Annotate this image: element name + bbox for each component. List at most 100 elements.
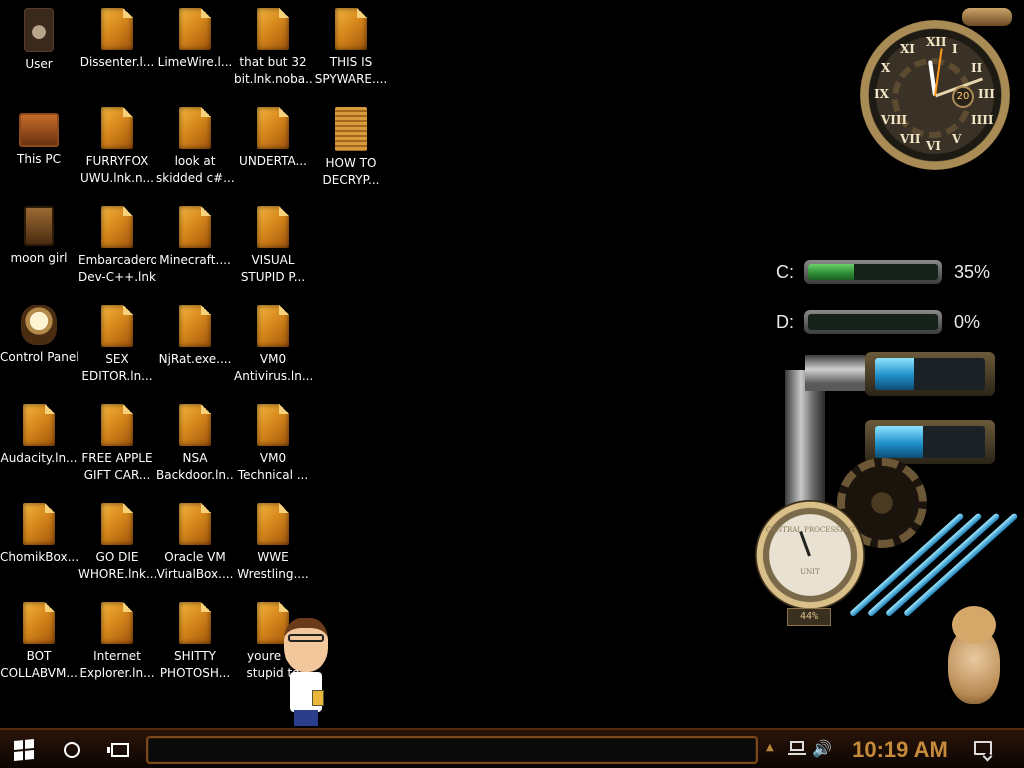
clock-numeral: VII [900,132,921,147]
desktop-icon[interactable]: WWE Wrestling.... [234,497,312,589]
clock-date: 20 [952,86,974,108]
shortcut-file-icon [179,602,211,644]
task-view-button[interactable] [96,730,144,768]
desktop-icon-label: User [25,57,53,71]
shortcut-file-icon [257,305,289,347]
desktop-icon[interactable]: FURRYFOX UWU.lnk.n... [78,101,156,193]
gauge-label-top: CENTRAL PROCESSING [765,526,855,534]
desktop-icon[interactable]: Embarcadero Dev-C++.lnk... [78,200,156,292]
desktop-icon[interactable]: Control Panel [0,299,78,391]
desktop-icon[interactable]: NSA Backdoor.ln... [156,398,234,490]
cpu-gauge: CENTRAL PROCESSING UNIT [755,500,865,610]
desktop-icon-label: VM0 Technical ... [237,451,309,482]
desktop-icon[interactable]: SHITTY PHOTOSH... [156,596,234,688]
desktop-icon[interactable]: VM0 Technical ... [234,398,312,490]
user-icon [24,8,54,52]
taskbar-clock[interactable]: 10:19 AM [844,734,956,766]
shortcut-file-icon [257,8,289,50]
clock-numeral: VI [926,139,941,153]
desktop-icon-label: THIS IS SPYWARE.... [314,55,388,86]
desktop-icon[interactable]: FREE APPLE GIFT CAR... [78,398,156,490]
volume-icon[interactable]: 🔊 [812,739,832,759]
desktop-icon[interactable]: THIS IS SPYWARE.... [312,2,390,94]
pipe-horizontal [805,355,865,391]
desktop-icon[interactable]: moon girl [0,200,78,292]
shortcut-file-icon [335,8,367,50]
shortcut-file-icon [23,503,55,545]
shortcut-file-icon [179,404,211,446]
action-center-button[interactable] [964,730,1024,768]
desktop-icon[interactable]: VM0 Antivirus.ln... [234,299,312,391]
task-view-icon [107,743,129,757]
desktop-icon-label: Control Panel [0,350,78,364]
desktop-icon-label: ChomikBox.... [0,550,78,564]
desktop-icon-label: NjRat.exe.... [158,352,232,366]
hamster-sticker [942,606,1006,706]
clock-numeral: X [880,61,891,75]
desktop-icon-label: HOW TO DECRYP... [322,156,380,187]
drive-tube [804,310,942,334]
desktop-icon[interactable]: SEX EDITOR.ln... [78,299,156,391]
desktop-icon-label: GO DIE WHORE.lnk... [78,550,156,581]
drive-tube [804,260,942,284]
drive-letter: D: [776,312,794,332]
drive-meter-c[interactable]: C: 35% [776,256,1016,288]
clock-gadget[interactable]: XII I II III IIII V VI VII VIII IX X XI 20 [852,8,1022,173]
clock-numeral: IIII [971,113,994,127]
network-icon[interactable] [788,741,806,757]
clock-crown [962,8,1012,26]
desktop-icon[interactable]: GO DIE WHORE.lnk... [78,497,156,589]
doc-icon [335,107,367,151]
gauge-needle [799,531,811,557]
desktop-icon[interactable]: that but 32 bit.lnk.noba... [234,2,312,94]
desktop-icon-label: UNDERTA... [239,154,307,168]
desktop-icon[interactable]: BOT COLLABVM... [0,596,78,688]
shortcut-file-icon [257,206,289,248]
desktop-icon[interactable]: ChomikBox.... [0,497,78,589]
shortcut-file-icon [179,107,211,149]
desktop-icon[interactable]: Minecraft.... [156,200,234,292]
taskbar: ▲ 🔊 10:19 AM [0,728,1024,768]
clock-numeral: I [952,41,958,56]
shortcut-file-icon [101,404,133,446]
desktop-icon[interactable]: Audacity.ln... [0,398,78,490]
desktop-icon-label: LimeWire.l... [157,55,233,69]
shortcut-file-icon [179,305,211,347]
desktop-icon[interactable]: HOW TO DECRYP... [312,101,390,193]
shortcut-file-icon [179,206,211,248]
desktop-icon-label: SHITTY PHOTOSH... [159,649,231,680]
pipe-gauge-gadget[interactable]: CENTRAL PROCESSING UNIT 44% [745,350,1019,630]
desktop-icon-label: VISUAL STUPID P... [240,253,306,284]
pc-icon [19,113,59,147]
notification-icon [974,741,992,755]
desktop-icon[interactable]: NjRat.exe.... [156,299,234,391]
desktop-icon[interactable]: VISUAL STUPID P... [234,200,312,292]
desktop-icon-label: that but 32 bit.lnk.noba... [234,55,312,86]
desktop-icon-label: Oracle VM VirtualBox.... [156,550,234,581]
desktop-icon[interactable]: look at skidded c#... [156,101,234,193]
desktop-icon-label: WWE Wrestling.... [237,550,309,581]
taskbar-apps-area[interactable] [146,736,758,764]
desktop-icon[interactable]: User [0,2,78,94]
desktop-icon-label: NSA Backdoor.ln... [156,451,234,482]
desktop-icon[interactable]: UNDERTA... [234,101,312,193]
clock-numeral: IX [874,87,889,101]
tray-chevron-icon[interactable]: ▲ [766,742,776,754]
desktop-icon[interactable]: This PC [0,101,78,193]
desktop-icon[interactable]: Internet Explorer.ln... [78,596,156,688]
shortcut-file-icon [101,503,133,545]
search-button[interactable] [48,730,96,768]
desktop-icon-label: Audacity.ln... [0,451,78,465]
desktop-icon-label: Dissenter.l... [79,55,155,69]
desktop-icon-label: VM0 Antivirus.ln... [234,352,312,383]
shortcut-file-icon [179,8,211,50]
rods-decoration [845,512,1019,620]
desktop-icon[interactable]: Oracle VM VirtualBox.... [156,497,234,589]
drive-meter-d[interactable]: D: 0% [776,306,1016,338]
character-sticker [280,610,335,728]
shortcut-file-icon [101,305,133,347]
desktop-icon[interactable]: Dissenter.l... [78,2,156,94]
clock-numeral: V [952,132,962,147]
start-button[interactable] [0,730,48,768]
desktop-icon[interactable]: LimeWire.l... [156,2,234,94]
